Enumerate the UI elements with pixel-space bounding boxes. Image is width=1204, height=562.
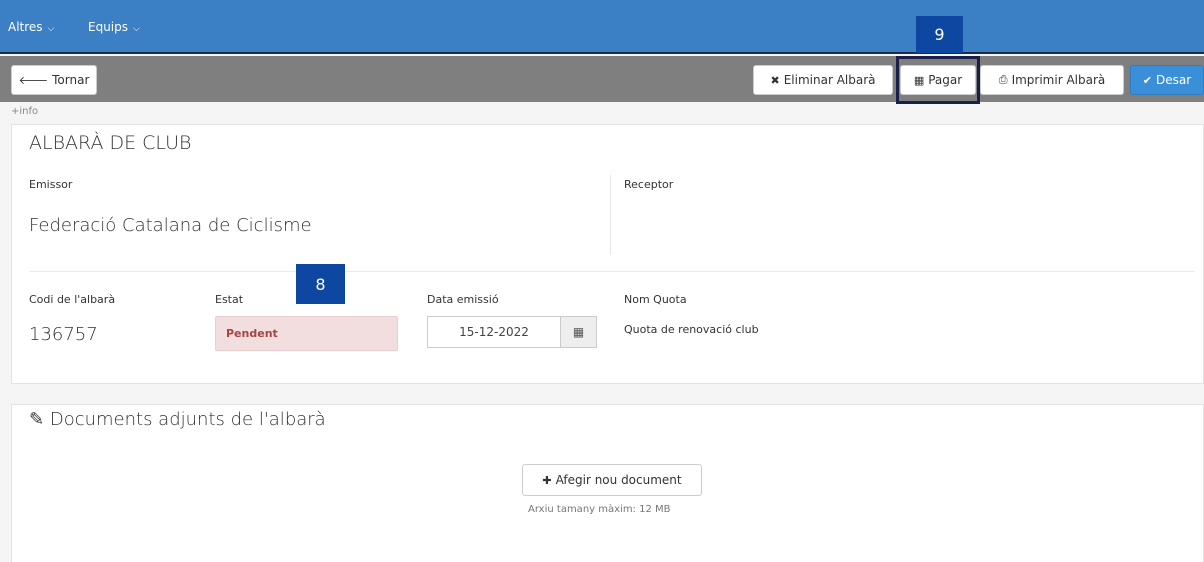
status-label: Estat xyxy=(215,293,244,306)
more-info-link[interactable]: +info xyxy=(11,106,38,117)
print-icon: ⎙ xyxy=(998,73,1008,86)
quota-label: Nom Quota xyxy=(624,293,687,306)
code-label: Codi de l'albarà xyxy=(29,293,116,306)
plus-icon: ✚ xyxy=(542,473,552,487)
status-badge: Pendent xyxy=(215,316,398,351)
print-invoice-label: Imprimir Albarà xyxy=(1011,73,1106,87)
arrow-left-icon: 🡐 xyxy=(18,74,49,87)
invoice-panel: ALBARÀ DE CLUB Emissor Federació Catalan… xyxy=(11,124,1204,384)
save-button-label: Desar xyxy=(1156,73,1192,87)
receiver-label: Receptor xyxy=(624,178,674,191)
print-invoice-button[interactable]: ⎙ Imprimir Albarà xyxy=(980,65,1124,95)
section-divider xyxy=(29,271,1195,272)
paperclip-icon: ✎ xyxy=(29,409,45,430)
quota-value: Quota de renovació club xyxy=(624,323,759,336)
check-icon: ✔ xyxy=(1142,73,1153,87)
page-title: ALBARÀ DE CLUB xyxy=(29,132,192,154)
column-divider xyxy=(610,175,611,255)
close-icon: ✖ xyxy=(770,73,780,87)
add-document-button[interactable]: ✚ Afegir nou document xyxy=(522,464,702,496)
delete-invoice-label: Eliminar Albarà xyxy=(783,73,876,87)
documents-title-label: Documents adjunts de l'albarà xyxy=(49,409,326,430)
date-label: Data emissió xyxy=(427,293,499,306)
chevron-down-icon: ⌵ xyxy=(133,24,140,34)
delete-invoice-button[interactable]: ✖ Eliminar Albarà xyxy=(753,65,893,95)
documents-panel: ✎ Documents adjunts de l'albarà ✚ Afegir… xyxy=(11,404,1204,562)
issuer-label: Emissor xyxy=(29,178,73,191)
issuer-value: Federació Catalana de Ciclisme xyxy=(29,215,312,236)
nav-menu-equips[interactable]: Equips ⌵ xyxy=(88,20,140,34)
chevron-down-icon: ⌵ xyxy=(47,24,55,34)
documents-title: ✎ Documents adjunts de l'albarà xyxy=(29,409,326,430)
add-document-label: Afegir nou document xyxy=(555,473,682,487)
pay-button-highlight xyxy=(896,56,980,104)
back-button-label: Tornar xyxy=(52,73,90,87)
top-navbar: Altres ⌵ Equips ⌵ xyxy=(0,0,1204,54)
nav-menu-altres-label: Altres xyxy=(8,20,43,34)
action-toolbar: 🡐 Tornar ✖ Eliminar Albarà ▦ Pagar ⎙ Imp… xyxy=(0,56,1204,102)
save-button[interactable]: ✔ Desar xyxy=(1130,65,1204,95)
nav-menu-equips-label: Equips xyxy=(88,20,129,34)
back-button[interactable]: 🡐 Tornar xyxy=(11,65,97,95)
calendar-icon[interactable]: ▦ xyxy=(561,316,597,348)
date-field[interactable]: 15-12-2022 xyxy=(427,316,561,348)
annotation-badge-8: 8 xyxy=(296,264,345,304)
max-file-size-note: Arxiu tamany màxim: 12 MB xyxy=(528,504,671,515)
code-value: 136757 xyxy=(29,324,98,345)
nav-menu-altres[interactable]: Altres ⌵ xyxy=(8,20,54,34)
annotation-badge-9: 9 xyxy=(916,16,963,53)
